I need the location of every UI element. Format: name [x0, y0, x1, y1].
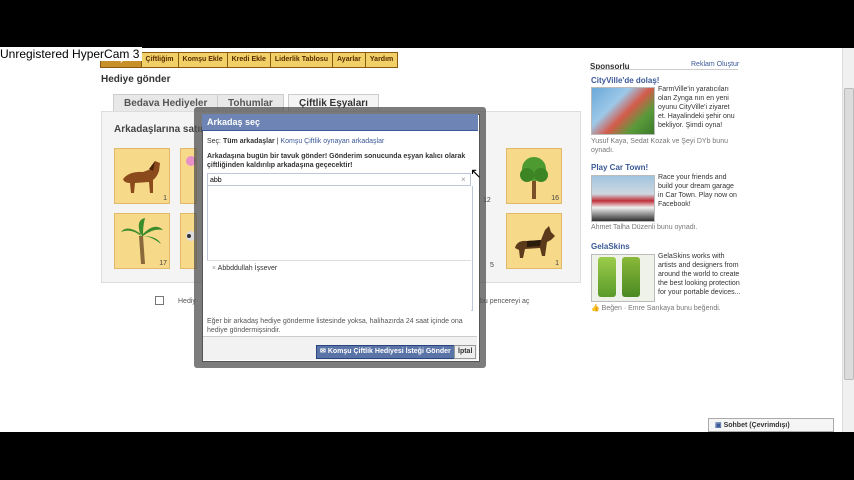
horse-icon [123, 161, 160, 193]
checkbox-label-tail: bu pencereyi aç [480, 298, 530, 305]
filter-all-friends[interactable]: Tüm arkadaşlar [223, 138, 275, 145]
cancel-button[interactable]: İptal [454, 345, 477, 359]
chat-icon: ▣ [715, 422, 722, 429]
dialog-note: Eğer bir arkadaş hediye gönderme listesi… [207, 318, 463, 334]
like-icon: 👍 [591, 305, 600, 312]
item-count: 17 [159, 260, 167, 267]
chat-bar[interactable]: ▣ Sohbet (Çevrimdışı) [708, 418, 834, 432]
clear-search-icon[interactable]: × [461, 175, 466, 184]
ad-footer-gelaskins: 👍 Beğen · Emre Sarıkaya bunu beğendi. [591, 305, 721, 312]
ad-image-cityville[interactable] [591, 87, 655, 135]
item-count: 16 [551, 195, 559, 202]
item-count: 1 [163, 195, 167, 202]
game-nav-bar: Hediyeler Çiftliğim Komşu Ekle Kredi Ekl… [100, 52, 399, 68]
page-title: Hediye gönder [101, 74, 171, 85]
tab-help[interactable]: Yardım [365, 52, 399, 68]
ad-image-gelaskins[interactable] [591, 254, 655, 302]
gift-item-horse[interactable]: 1 [114, 148, 170, 204]
send-gift-request-button[interactable]: ✉ Komşu Çiftlik Hediyesi İsteği Gönder [316, 345, 456, 359]
select-filter-line: Seç: Tüm arkadaşlar | Komşu Çiftlik oyna… [207, 138, 385, 145]
dialog-title: Arkadaş seç [202, 114, 478, 131]
scrollbar-thumb[interactable] [844, 88, 854, 380]
mouse-cursor-icon: ↖ [470, 165, 482, 181]
ad-title-cartown[interactable]: Play Car Town! [591, 163, 648, 172]
ad-title-cityville[interactable]: CityVille'de dolaş! [591, 76, 659, 85]
tab-settings[interactable]: Ayarlar [333, 52, 366, 68]
remove-friend-icon[interactable]: × [212, 265, 216, 272]
selected-friend-item[interactable]: × Abbddullah İşsever [212, 265, 277, 272]
gift-item-dog[interactable]: 1 [506, 213, 562, 269]
tab-leaderboard[interactable]: Liderlik Tablosu [270, 52, 334, 68]
dialog-message: Arkadaşına bugün bir tavuk gönder! Gönde… [207, 153, 466, 169]
ad-text-cityville: FarmVille'in yaratıcıları olan Zynga nın… [658, 86, 735, 129]
tab-add-credits[interactable]: Kredi Ekle [227, 52, 271, 68]
tab-my-farm[interactable]: Çiftliğim [141, 52, 179, 68]
item-count: 1 [555, 260, 559, 267]
friends-select-label: Arkadaşlarına satır [114, 124, 205, 135]
gift-item-tree[interactable]: 16 [506, 148, 562, 204]
open-window-checkbox[interactable] [155, 296, 164, 305]
gift-item-palm[interactable]: 17 [114, 213, 170, 269]
item-count: 5 [490, 262, 494, 269]
tab-add-neighbor[interactable]: Komşu Ekle [178, 52, 228, 68]
ad-footer-cityville: Yusuf Kaya, Sedat Kozak ve Şeyi DYb bunu… [591, 138, 728, 154]
friend-search-input[interactable]: abb [207, 173, 471, 186]
filter-neighbor-friends[interactable]: Komşu Çiftlik oynayan arkadaşlar [280, 138, 384, 145]
create-ad-link[interactable]: Reklam Oluştur [691, 61, 739, 68]
ad-text-cartown: Race your friends and build your dream g… [658, 174, 737, 208]
divider [590, 69, 738, 70]
browser-viewport: Hediyeler Çiftliğim Komşu Ekle Kredi Ekl… [0, 48, 854, 432]
recorder-watermark: Unregistered HyperCam 3 [0, 47, 143, 61]
dog-icon [515, 226, 555, 258]
ad-footer-cartown: Ahmet Talha Düzenli bunu oynadı. [591, 224, 698, 231]
ad-text-gelaskins: GelaSkins works with artists and designe… [658, 253, 741, 296]
ad-title-gelaskins[interactable]: GelaSkins [591, 242, 630, 251]
ad-image-cartown[interactable] [591, 175, 655, 222]
envelope-icon: ✉ [320, 348, 326, 355]
